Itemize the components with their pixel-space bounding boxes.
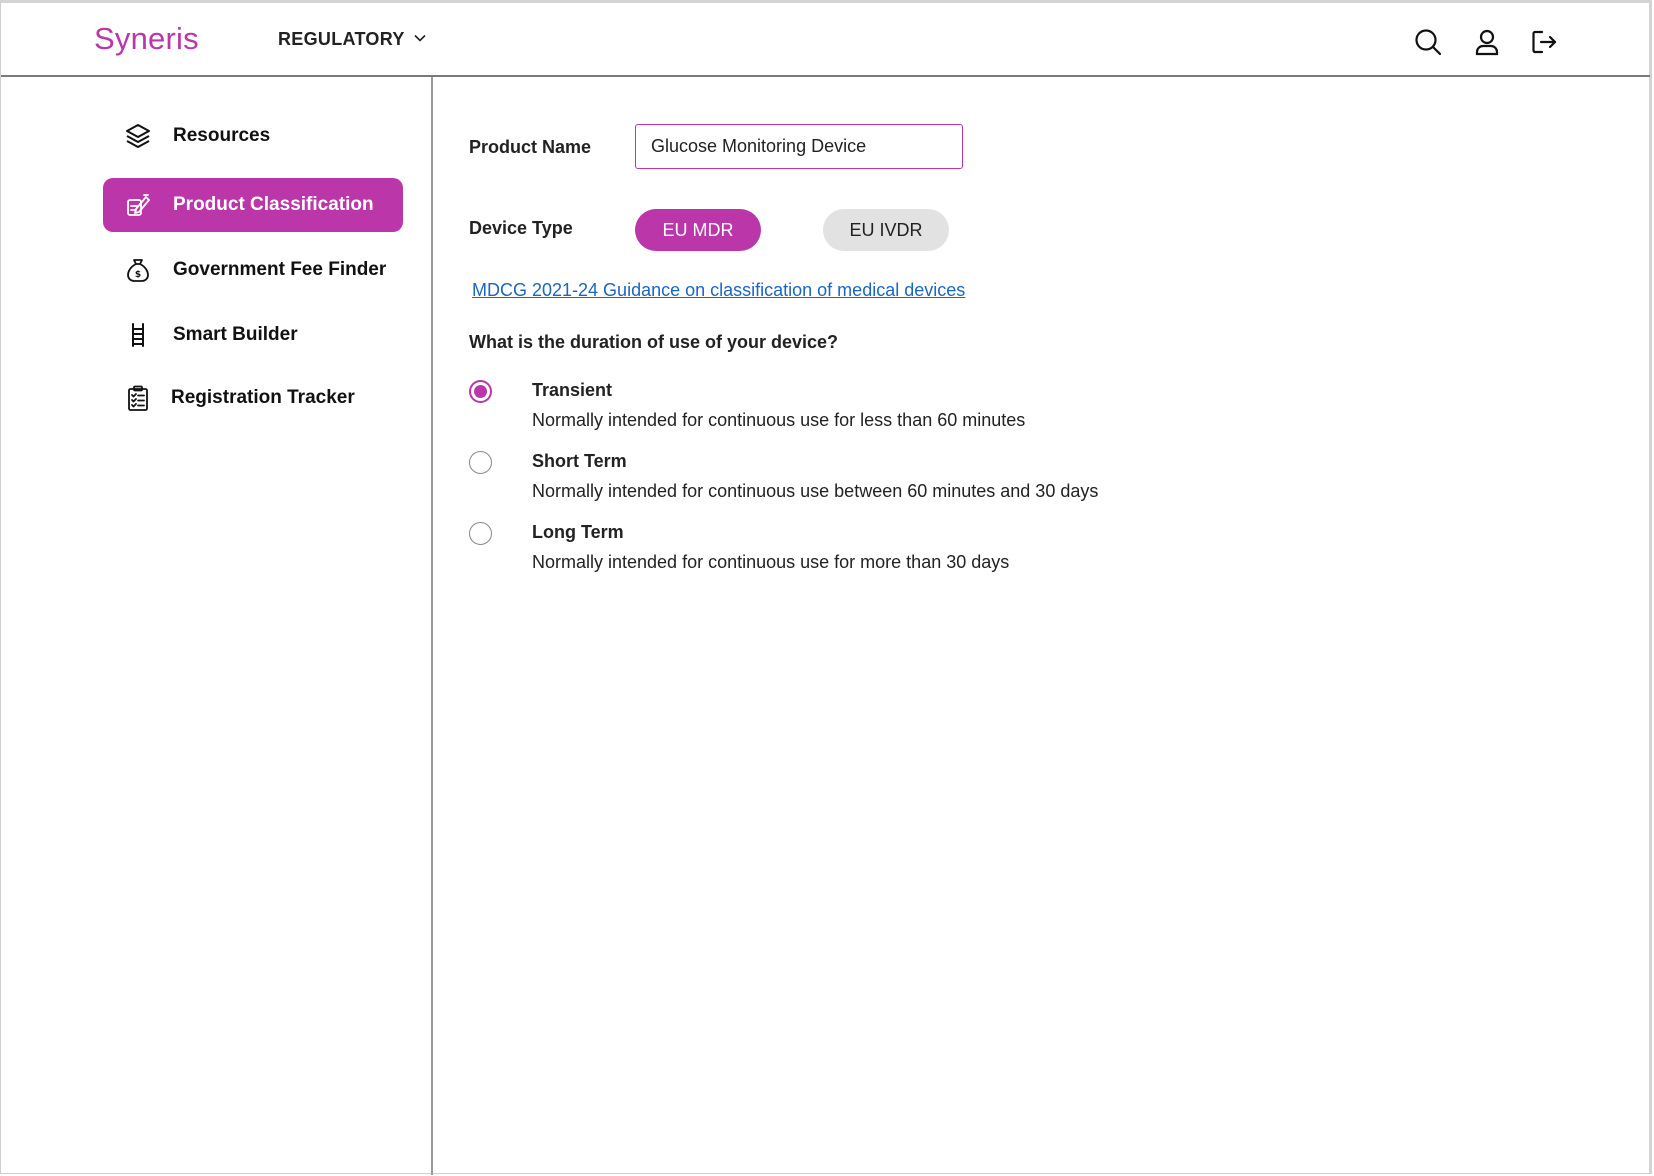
regulatory-dropdown-label: REGULATORY: [278, 29, 405, 49]
option-title-long-term: Long Term: [532, 522, 624, 542]
sidebar-item-label: Product Classification: [173, 194, 374, 215]
product-name-label: Product Name: [469, 137, 592, 157]
money-bag-icon: $: [123, 255, 153, 285]
logo[interactable]: Syneris: [94, 21, 199, 57]
clipboard-icon: [123, 383, 153, 413]
device-type-eu-mdr-button[interactable]: EU MDR: [635, 209, 761, 251]
sidebar-item-product-classification[interactable]: Product Classification: [103, 178, 403, 232]
search-icon[interactable]: [1413, 27, 1443, 57]
chevron-down-icon: [413, 29, 427, 50]
sidebar-item-government-fee-finder[interactable]: $ Government Fee Finder: [103, 243, 403, 297]
duration-question: What is the duration of use of your devi…: [469, 332, 839, 352]
top-header: Syneris REGULATORY: [1, 3, 1650, 77]
option-desc-short-term: Normally intended for continuous use bet…: [532, 481, 1099, 501]
option-desc-long-term: Normally intended for continuous use for…: [532, 552, 1010, 572]
radio-transient[interactable]: [469, 380, 492, 403]
mdcg-guidance-link[interactable]: MDCG 2021-24 Guidance on classification …: [472, 280, 965, 301]
sidebar-item-label: Smart Builder: [173, 324, 298, 345]
ladder-icon: [123, 320, 153, 350]
user-icon[interactable]: [1472, 27, 1502, 57]
sidebar-item-smart-builder[interactable]: Smart Builder: [103, 308, 403, 362]
radio-long-term[interactable]: [469, 522, 492, 545]
radio-short-term[interactable]: [469, 451, 492, 474]
layers-icon: [123, 121, 153, 151]
logout-icon[interactable]: [1529, 27, 1559, 57]
app-window: Syneris REGULATORY Resources Product Cla…: [0, 0, 1652, 1175]
svg-text:$: $: [135, 270, 141, 280]
sidebar-item-label: Resources: [173, 125, 271, 146]
sidebar-item-label: Government Fee Finder: [173, 259, 387, 280]
option-desc-transient: Normally intended for continuous use for…: [532, 410, 1026, 430]
device-type-label: Device Type: [469, 218, 573, 238]
product-name-input[interactable]: [635, 124, 963, 169]
sidebar-item-registration-tracker[interactable]: Registration Tracker: [103, 371, 403, 425]
sidebar-item-label: Registration Tracker: [171, 387, 355, 408]
option-title-transient: Transient: [532, 380, 613, 400]
main-content: Product Name Device Type EU MDR EU IVDR …: [435, 77, 1650, 1175]
classification-icon: [123, 190, 153, 220]
device-type-eu-ivdr-button[interactable]: EU IVDR: [823, 209, 949, 251]
sidebar: Resources Product Classification $ Gover…: [1, 77, 433, 1175]
option-title-short-term: Short Term: [532, 451, 627, 471]
sidebar-item-resources[interactable]: Resources: [103, 109, 403, 163]
regulatory-dropdown[interactable]: REGULATORY: [278, 29, 427, 50]
